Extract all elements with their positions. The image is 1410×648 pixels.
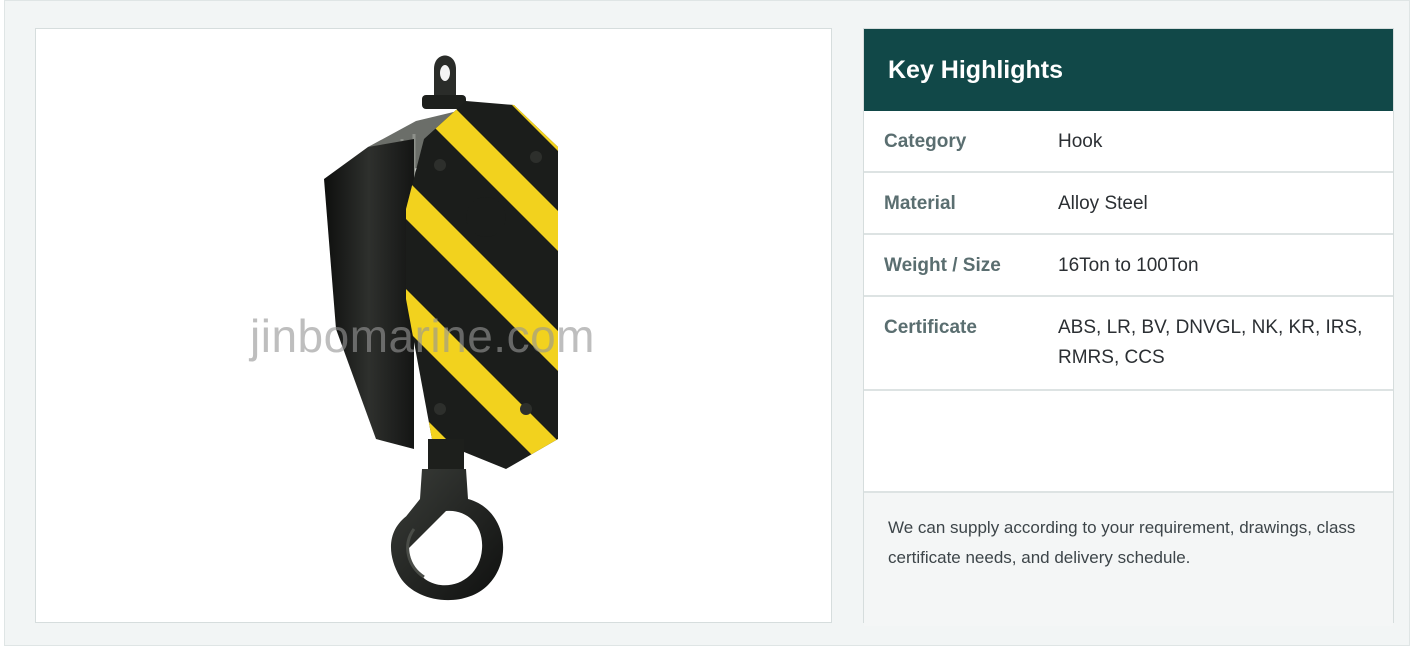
product-section: jinbomarine.com Key Highlights Category … (4, 0, 1410, 646)
spec-row-certificate: Certificate ABS, LR, BV, DNVGL, NK, KR, … (864, 297, 1393, 391)
spec-label: Certificate (884, 317, 977, 338)
spec-row-weight-size: Weight / Size 16Ton to 100Ton (864, 235, 1393, 297)
card-header: Key Highlights (864, 29, 1393, 111)
card-title: Key Highlights (888, 55, 1064, 84)
key-highlights-card: Key Highlights Category Hook Material Al… (863, 28, 1394, 626)
spec-value: ABS, LR, BV, DNVGL, NK, KR, IRS, RMRS, C… (1058, 317, 1363, 368)
spec-row-material: Material Alloy Steel (864, 173, 1393, 235)
supply-note: We can supply according to your requirem… (864, 493, 1393, 626)
spec-label: Material (884, 193, 956, 214)
spec-label: Weight / Size (884, 255, 1001, 276)
spec-label: Category (884, 131, 967, 152)
spec-row-category: Category Hook (864, 111, 1393, 173)
spec-value: Hook (1058, 131, 1103, 152)
hook (390, 469, 504, 601)
left-side-plate (324, 139, 414, 449)
spec-value: 16Ton to 100Ton (1058, 255, 1199, 276)
watermark-text: jinbomarine.com (250, 310, 595, 362)
product-image-panel: jinbomarine.com (35, 28, 832, 623)
empty-row (864, 391, 1393, 493)
spec-value: Alloy Steel (1058, 193, 1148, 214)
top-shackle (422, 55, 466, 109)
